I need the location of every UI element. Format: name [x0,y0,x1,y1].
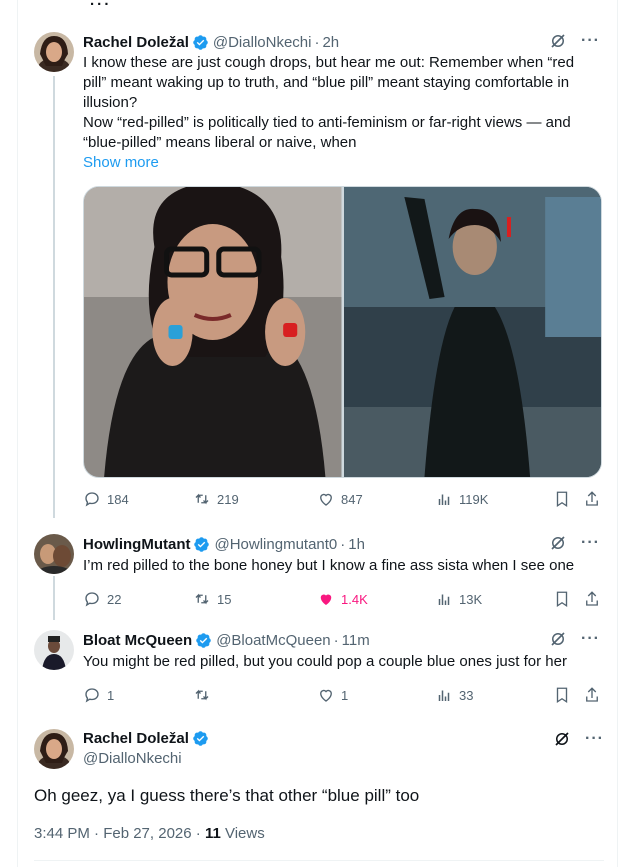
main-tweet-author-name[interactable]: Rachel Doležal [83,730,209,747]
more-options-icon[interactable]: ··· [581,630,600,648]
heart-filled-icon [320,594,332,605]
reply-icon [85,688,99,703]
views-label: Views [220,825,265,842]
column-border-right [617,0,618,867]
bookmark-icon[interactable] [553,490,571,508]
heart-icon [320,493,332,506]
like-button[interactable]: 1.4K [317,590,368,608]
avatar[interactable] [34,534,74,574]
reply-icon [85,492,99,507]
column-border-left [17,0,18,867]
views-chart-icon [438,494,450,505]
heart-icon [320,689,332,702]
divider [34,860,604,861]
reply-icon [85,592,99,607]
share-icon[interactable] [583,686,601,704]
repost-button[interactable] [193,686,217,704]
repost-icon [195,689,209,701]
share-icon[interactable] [583,490,601,508]
author-name[interactable]: Rachel Doležal [83,34,189,51]
verified-badge-icon [196,632,211,648]
tweet-text: I know these are just cough drops, but h… [83,53,600,173]
like-button[interactable]: 1 [317,686,348,704]
more-options-icon[interactable]: ··· [585,730,604,748]
views-count: 11 [204,825,221,842]
author-name[interactable]: HowlingMutant [83,536,190,553]
tweet-header: HowlingMutant @Howlingmutant0 · 1h [83,535,365,553]
author-handle[interactable]: @Howlingmutant0 [214,536,337,553]
main-tweet-timestamp[interactable]: 3:44 PM · Feb 27, 2026 · [34,825,205,842]
main-tweet-meta: 3:44 PM · Feb 27, 2026 · 11 Views [34,825,265,842]
tweet-actions: 184 219 847 119K [83,490,604,510]
more-options-icon[interactable]: ··· [581,32,600,50]
tweet-time[interactable]: 11m [342,632,370,649]
views-button[interactable]: 119K [435,490,488,508]
verified-badge-icon [193,34,208,50]
previous-tweet-fragment: ... [90,0,112,9]
repost-button[interactable]: 219 [193,490,239,508]
reply-button[interactable]: 22 [83,590,121,608]
repost-icon [195,493,209,505]
more-options-icon[interactable]: ··· [581,534,600,552]
bookmark-icon[interactable] [553,590,571,608]
grok-icon[interactable] [553,730,571,748]
tweet-photo-1[interactable] [84,187,342,477]
show-more-link[interactable]: Show more [83,153,600,173]
tweet-text: You might be red pilled, but you could p… [83,653,567,670]
grok-icon[interactable] [549,630,567,648]
tweet-time[interactable]: 2h [322,34,339,51]
tweet-media[interactable] [83,186,602,478]
main-tweet-text: Oh geez, ya I guess there’s that other “… [34,786,420,805]
views-button[interactable]: 13K [435,590,482,608]
tweet-howlingmutant[interactable]: HowlingMutant @Howlingmutant0 · 1h ··· I… [34,534,604,614]
views-chart-icon [438,594,450,605]
grok-icon[interactable] [549,32,567,50]
author-handle[interactable]: @DialloNkechi [213,34,312,51]
bookmark-icon[interactable] [553,686,571,704]
reply-button[interactable]: 1 [83,686,114,704]
views-button[interactable]: 33 [435,686,473,704]
tweet-header: Rachel Doležal @DialloNkechi · 2h [83,33,340,51]
tweet-rachel-dolezal[interactable]: Rachel Doležal @DialloNkechi · 2h ··· I … [34,32,604,522]
main-tweet-avatar[interactable] [34,729,74,769]
tweet-photo-2[interactable] [343,187,602,477]
avatar[interactable] [34,32,74,72]
repost-icon [195,593,209,605]
tweet-text: I’m red pilled to the bone honey but I k… [83,557,575,574]
tweet-time[interactable]: 1h [348,536,365,553]
views-chart-icon [438,690,450,701]
verified-badge-icon [194,536,210,552]
reply-button[interactable]: 184 [83,490,129,508]
main-tweet-author-handle[interactable]: @DialloNkechi [83,750,182,767]
tweet-header: Bloat McQueen @BloatMcQueen · 11m [83,631,370,649]
repost-button[interactable]: 15 [193,590,231,608]
like-button[interactable]: 847 [317,490,363,508]
author-name[interactable]: Bloat McQueen [83,632,192,649]
tweet-actions: 22 15 1.4K 13K [83,590,604,610]
verified-badge-icon [193,731,208,746]
tweet-actions: 1 1 33 [83,686,604,706]
share-icon[interactable] [583,590,601,608]
avatar[interactable] [34,630,74,670]
author-handle[interactable]: @BloatMcQueen [216,632,330,649]
tweet-bloat-mcqueen[interactable]: Bloat McQueen @BloatMcQueen · 11m ··· Yo… [34,630,604,710]
grok-icon[interactable] [549,534,567,552]
